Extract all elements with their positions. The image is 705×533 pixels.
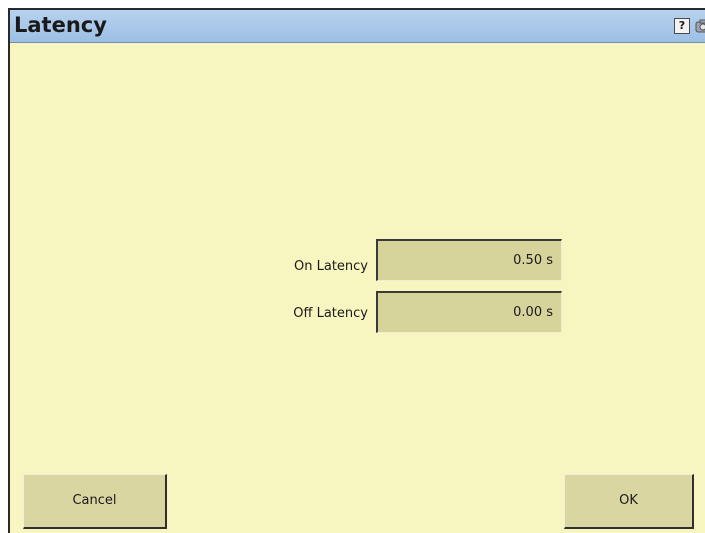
on-latency-label: On Latency bbox=[294, 259, 368, 274]
off-latency-label: Off Latency bbox=[293, 306, 368, 321]
off-latency-field[interactable]: 0.00 s bbox=[376, 291, 562, 333]
latency-screen: Latency ? On Latency 0.50 s Off Latency … bbox=[8, 8, 705, 533]
cancel-button[interactable]: Cancel bbox=[23, 474, 167, 529]
off-latency-value: 0.00 s bbox=[513, 305, 553, 320]
on-latency-field[interactable]: 0.50 s bbox=[376, 239, 562, 281]
screenshot-icon[interactable] bbox=[695, 18, 705, 33]
page-title: Latency bbox=[14, 13, 107, 37]
on-latency-value: 0.50 s bbox=[513, 253, 553, 268]
ok-button[interactable]: OK bbox=[564, 474, 694, 529]
help-icon[interactable]: ? bbox=[674, 18, 690, 34]
title-bar: Latency ? bbox=[10, 10, 705, 43]
